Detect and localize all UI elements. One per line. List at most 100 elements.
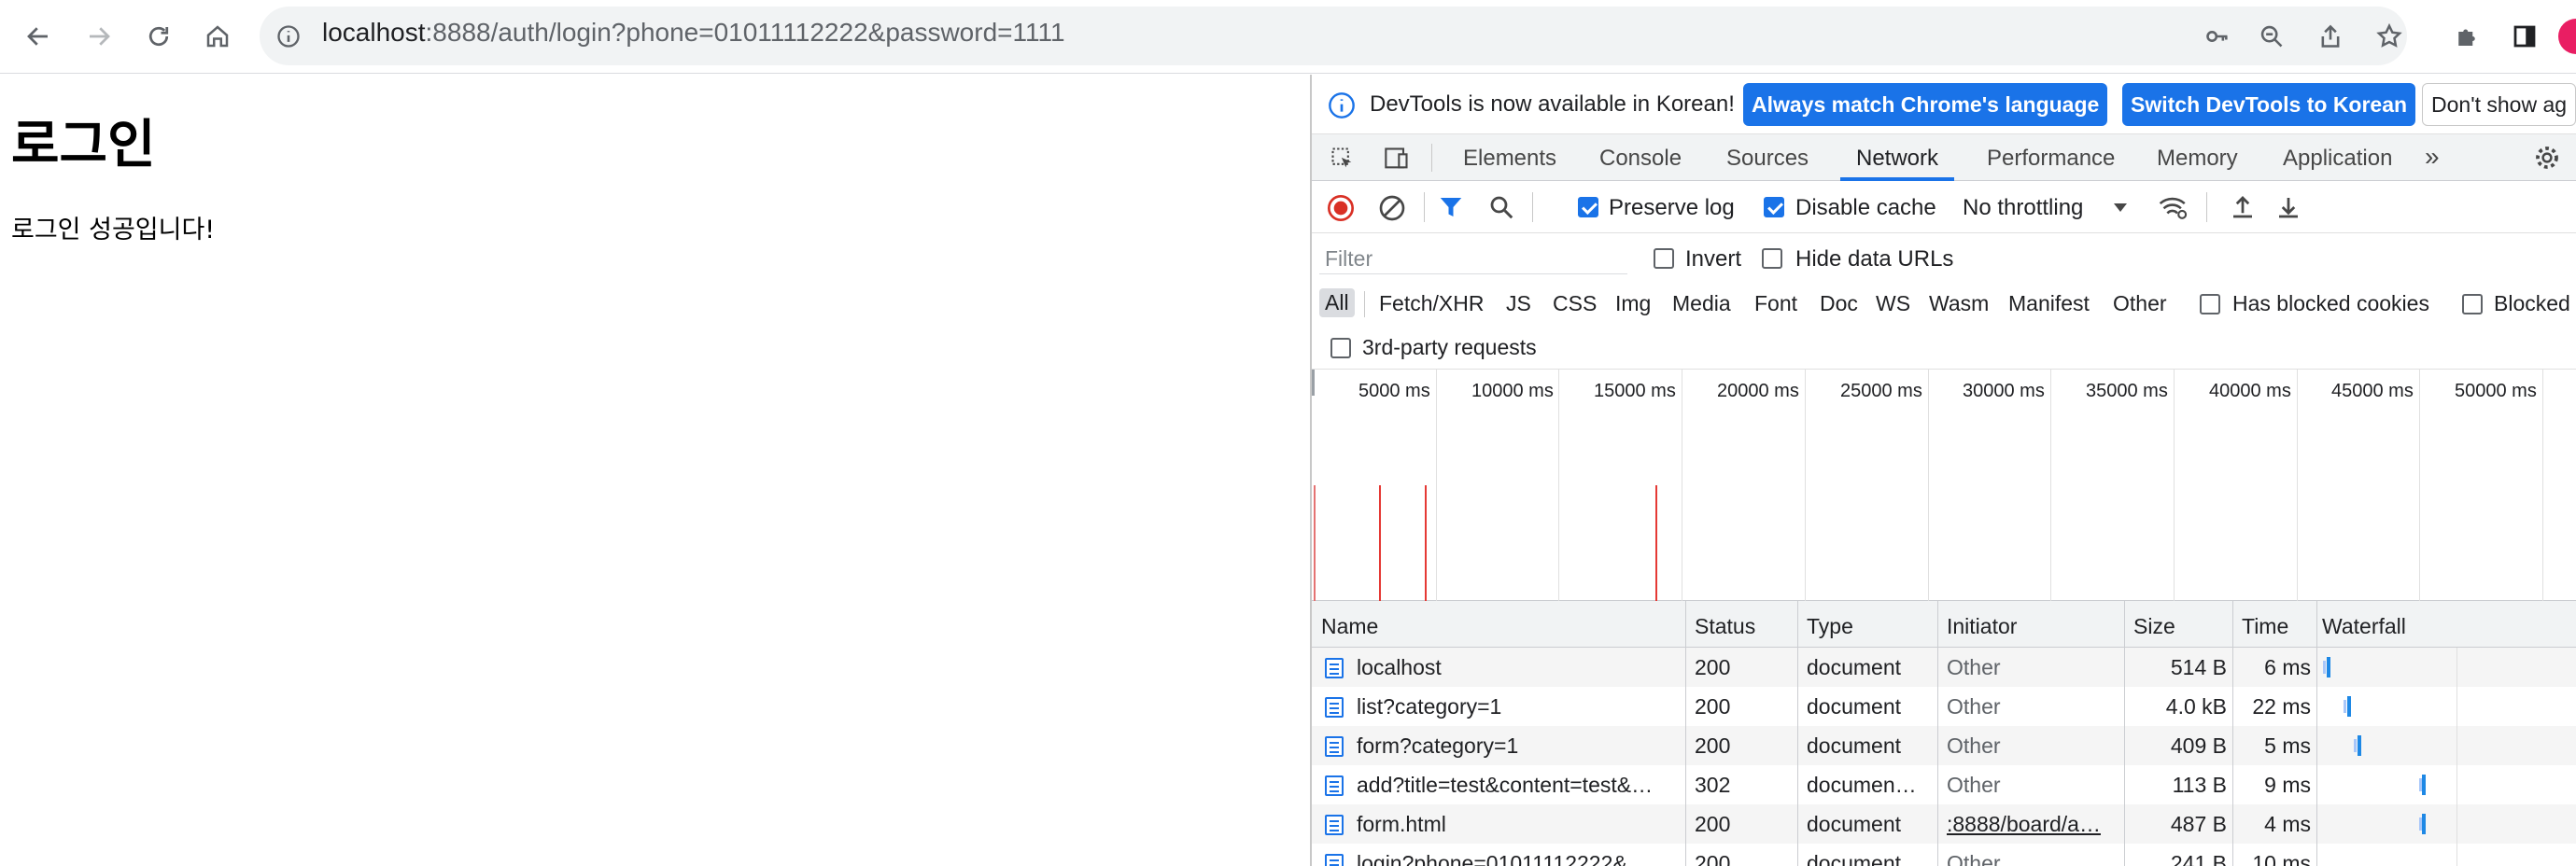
- type-filter-other[interactable]: Other: [2113, 291, 2167, 316]
- switch-korean-button[interactable]: Switch DevTools to Korean: [2122, 83, 2416, 126]
- avatar[interactable]: [2558, 19, 2576, 54]
- type-filter-ws[interactable]: WS: [1876, 291, 1910, 316]
- type-filter-doc[interactable]: Doc: [1820, 291, 1858, 316]
- column-status[interactable]: Status: [1695, 614, 1755, 639]
- column-size[interactable]: Size: [2133, 614, 2175, 639]
- request-table: Name Status Type Initiator Size Time Wat…: [1312, 601, 2576, 866]
- resource-type-filters: All Fetch/XHR JS CSS Img Media Font Doc …: [1312, 282, 2576, 327]
- document-icon: [1325, 775, 1344, 796]
- waterfall-bar: [2347, 696, 2351, 717]
- hide-data-urls-checkbox[interactable]: [1762, 248, 1782, 269]
- dont-show-again-button[interactable]: Don't show ag: [2422, 83, 2576, 126]
- home-button[interactable]: [197, 16, 238, 57]
- devtools-tabs: Elements Console Sources Network Perform…: [1312, 134, 2576, 181]
- timeline-tick-label: 45000 ms: [2331, 381, 2414, 401]
- has-blocked-cookies-checkbox[interactable]: [2200, 294, 2220, 314]
- table-row[interactable]: list?category=1 200 document Other 4.0 k…: [1312, 687, 2576, 726]
- request-name: form.html: [1357, 812, 1446, 836]
- column-type[interactable]: Type: [1807, 614, 1853, 639]
- tab-sources[interactable]: Sources: [1726, 146, 1809, 172]
- zoom-button[interactable]: [2251, 16, 2292, 57]
- record-icon[interactable]: [1326, 193, 1356, 223]
- third-party-checkbox[interactable]: [1330, 338, 1351, 358]
- browser-toolbar: localhost:8888/auth/login?phone=01011112…: [0, 0, 2576, 74]
- load-event-marker: [1379, 485, 1381, 601]
- forward-button[interactable]: [78, 16, 120, 57]
- column-waterfall[interactable]: Waterfall: [2322, 614, 2406, 639]
- type-filter-media[interactable]: Media: [1672, 291, 1731, 316]
- clear-icon[interactable]: [1377, 193, 1407, 223]
- document-icon: [1325, 736, 1344, 757]
- timeline-tick-label: 35000 ms: [2086, 381, 2168, 401]
- tab-elements[interactable]: Elements: [1463, 146, 1556, 172]
- url-text[interactable]: localhost:8888/auth/login?phone=01011112…: [322, 18, 1065, 48]
- info-icon[interactable]: [275, 23, 302, 49]
- key-button[interactable]: [2197, 16, 2238, 57]
- load-event-marker: [1655, 485, 1657, 601]
- export-har-icon[interactable]: [2274, 193, 2302, 221]
- type-filter-js[interactable]: JS: [1506, 291, 1531, 316]
- timeline-gridline: [1805, 370, 1806, 601]
- more-tabs-icon[interactable]: »: [2425, 142, 2440, 172]
- share-button[interactable]: [2310, 16, 2351, 57]
- gear-icon[interactable]: [2533, 144, 2561, 172]
- tab-performance[interactable]: Performance: [1987, 146, 2115, 172]
- device-toolbar-icon[interactable]: [1381, 146, 1413, 172]
- tab-console[interactable]: Console: [1599, 146, 1682, 172]
- table-row[interactable]: form?category=1 200 document Other 409 B…: [1312, 726, 2576, 765]
- type-filter-img[interactable]: Img: [1615, 291, 1651, 316]
- table-row[interactable]: form.html 200 document :8888/board/a… 48…: [1312, 804, 2576, 844]
- document-icon: [1325, 815, 1344, 835]
- table-row[interactable]: add?title=test&content=test&… 302 docume…: [1312, 765, 2576, 804]
- type-filter-wasm[interactable]: Wasm: [1929, 291, 1989, 316]
- column-divider: [1685, 601, 1686, 866]
- search-icon[interactable]: [1487, 193, 1515, 221]
- reload-icon: [148, 26, 169, 47]
- table-row[interactable]: login?phone=01011112222&… 200 document O…: [1312, 844, 2576, 866]
- network-conditions-icon[interactable]: [2158, 192, 2189, 222]
- language-infobar: DevTools is now available in Korean! Alw…: [1312, 75, 2576, 134]
- tab-application[interactable]: Application: [2283, 146, 2392, 172]
- bookmark-button[interactable]: [2369, 16, 2410, 57]
- back-button[interactable]: [18, 16, 59, 57]
- type-filter-font[interactable]: Font: [1754, 291, 1797, 316]
- arrow-left-icon: [27, 27, 48, 46]
- blocked-checkbox[interactable]: [2462, 294, 2483, 314]
- inspect-element-icon[interactable]: [1329, 146, 1357, 172]
- column-name[interactable]: Name: [1321, 614, 1378, 639]
- side-panel-icon: [2513, 25, 2536, 48]
- reload-button[interactable]: [138, 16, 179, 57]
- preserve-log-label: Preserve log: [1609, 195, 1735, 220]
- invert-checkbox[interactable]: [1654, 248, 1674, 269]
- request-time: 5 ms: [2264, 733, 2311, 758]
- type-filter-fetch[interactable]: Fetch/XHR: [1379, 291, 1484, 316]
- request-initiator-link[interactable]: :8888/board/a…: [1947, 812, 2124, 837]
- request-time: 9 ms: [2264, 773, 2311, 797]
- request-status: 200: [1695, 851, 1731, 866]
- filter-input[interactable]: Filter: [1319, 241, 1627, 274]
- page-content: 로그인 로그인 성공입니다!: [0, 75, 1310, 866]
- column-time[interactable]: Time: [2242, 614, 2288, 639]
- request-time: 4 ms: [2264, 812, 2311, 836]
- devtools-panel: DevTools is now available in Korean! Alw…: [1310, 75, 2576, 866]
- throttling-select[interactable]: No throttling: [1963, 195, 2083, 221]
- tab-network[interactable]: Network: [1856, 146, 1938, 172]
- extensions-button[interactable]: [2446, 16, 2487, 57]
- table-row[interactable]: localhost 200 document Other 514 B 6 ms: [1312, 648, 2576, 687]
- match-language-button[interactable]: Always match Chrome's language: [1743, 83, 2108, 126]
- type-filter-css[interactable]: CSS: [1553, 291, 1597, 316]
- side-panel-button[interactable]: [2504, 16, 2545, 57]
- type-filter-all[interactable]: All: [1319, 288, 1355, 317]
- import-har-icon[interactable]: [2229, 193, 2257, 221]
- key-icon: [2206, 31, 2228, 42]
- request-initiator: Other: [1947, 733, 2001, 758]
- filter-icon[interactable]: [1437, 193, 1465, 221]
- disable-cache-checkbox[interactable]: [1764, 197, 1784, 217]
- column-divider: [2232, 601, 2233, 866]
- type-filter-manifest[interactable]: Manifest: [2008, 291, 2090, 316]
- column-initiator[interactable]: Initiator: [1947, 614, 2017, 639]
- request-type: document: [1807, 851, 1902, 866]
- timeline-overview[interactable]: 5000 ms 10000 ms 15000 ms 20000 ms 25000…: [1312, 370, 2576, 601]
- preserve-log-checkbox[interactable]: [1578, 197, 1598, 217]
- tab-memory[interactable]: Memory: [2157, 146, 2238, 172]
